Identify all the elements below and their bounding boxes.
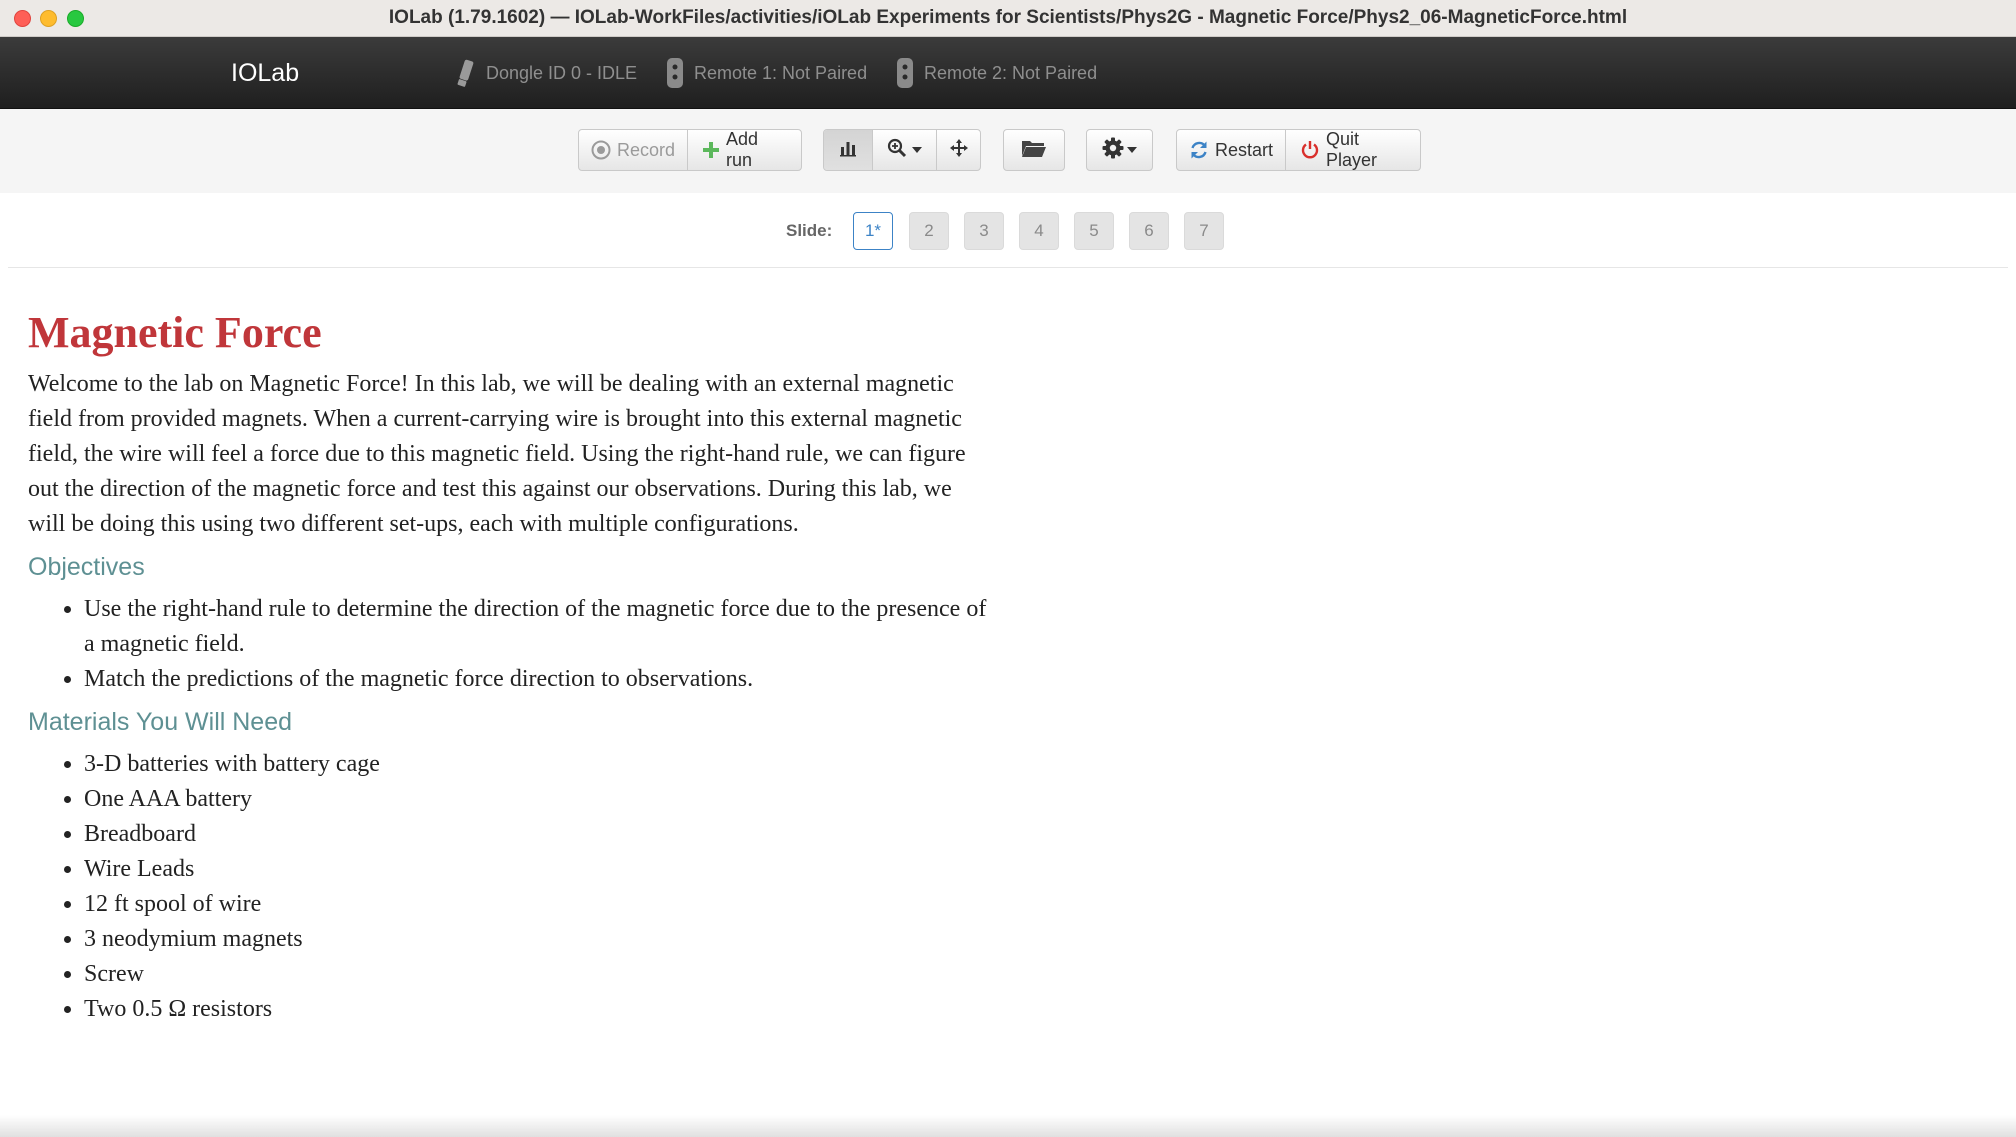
remote2-status-text: Remote 2: Not Paired [924,62,1098,83]
list-item: 12 ft spool of wire [84,887,988,922]
remote-device-icon [666,57,684,89]
objectives-list: Use the right-hand rule to determine the… [28,592,988,697]
slide-button-1[interactable]: 1* [853,212,893,250]
dongle-status-text: Dongle ID 0 - IDLE [486,62,638,83]
list-item: Breadboard [84,817,988,852]
restart-button[interactable]: Restart [1177,130,1285,170]
add-run-label: Add run [726,129,759,170]
slide-label: Slide: [786,221,833,240]
remote1-status-text: Remote 1: Not Paired [694,62,868,83]
materials-heading: Materials You Will Need [28,708,293,736]
dongle-icon [454,58,476,88]
intro-paragraph: Welcome to the lab on Magnetic Force! In… [28,371,966,537]
list-item: Wire Leads [84,852,988,887]
folder-button-group [1003,129,1065,171]
slide-button-5[interactable]: 5 [1074,212,1114,250]
restart-label: Restart [1214,139,1274,160]
list-item: One AAA battery [84,782,988,817]
objectives-heading: Objectives [28,553,145,581]
list-item: Match the predictions of the magnetic fo… [84,662,988,697]
slide-button-4[interactable]: 4 [1019,212,1059,250]
slide-content: Magnetic Force Welcome to the lab on Mag… [28,268,988,1027]
slide-navigation: Slide: 1* 2 3 4 5 6 7 [0,193,2016,268]
materials-list: 3-D batteries with battery cage One AAA … [28,747,988,1027]
bar-chart-icon [839,139,857,162]
remote1-status[interactable]: Remote 1: Not Paired [666,37,867,109]
page-title: Magnetic Force [28,308,322,357]
view-button-group [823,129,981,171]
remote2-status[interactable]: Remote 2: Not Paired [896,37,1097,109]
session-button-group: Restart Quit Player [1176,129,1421,171]
plus-icon [702,141,720,159]
list-item: Two 0.5 Ω resistors [84,992,988,1027]
toolbar: Record Add run Restart Quit Player [0,109,2016,193]
list-item: 3-D batteries with battery cage [84,747,988,782]
record-label: Record [616,139,676,160]
settings-dropdown-button[interactable] [1087,130,1152,170]
remote-device-icon [896,57,914,89]
window-title: IOLab (1.79.1602) — IOLab-WorkFiles/acti… [388,7,1628,28]
app-navbar: IOLab Dongle ID 0 - IDLE Remote 1: Not P… [0,37,2016,109]
folder-open-icon [1021,138,1047,163]
caret-down-icon [1127,147,1137,153]
app-brand[interactable]: IOLab [231,37,299,109]
record-button[interactable]: Record [579,130,687,170]
record-icon [591,140,611,160]
run-button-group: Record Add run [578,129,802,171]
zoom-dropdown-button[interactable] [872,130,936,170]
gear-icon [1102,137,1124,164]
dongle-status[interactable]: Dongle ID 0 - IDLE [454,37,637,109]
slide-button-3[interactable]: 3 [964,212,1004,250]
open-folder-button[interactable] [1004,130,1064,170]
slide-button-6[interactable]: 6 [1129,212,1169,250]
zoom-in-icon [887,138,909,163]
window-bottom-shadow [0,1115,2016,1137]
chart-view-button[interactable] [824,130,872,170]
add-run-button[interactable]: Add run [687,130,801,170]
list-item: Use the right-hand rule to determine the… [84,592,988,662]
caret-down-icon [912,147,922,153]
move-icon [949,138,968,162]
window-titlebar: IOLab (1.79.1602) — IOLab-WorkFiles/acti… [0,0,2016,37]
quit-player-label: Quit Player [1326,129,1378,170]
settings-button-group [1086,129,1153,171]
slide-button-2[interactable]: 2 [909,212,949,250]
list-item: Screw [84,957,988,992]
quit-player-button[interactable]: Quit Player [1285,130,1420,170]
list-item: 3 neodymium magnets [84,922,988,957]
refresh-icon [1189,140,1209,160]
slide-button-7[interactable]: 7 [1184,212,1224,250]
pan-button[interactable] [936,130,980,170]
power-icon [1300,140,1320,160]
